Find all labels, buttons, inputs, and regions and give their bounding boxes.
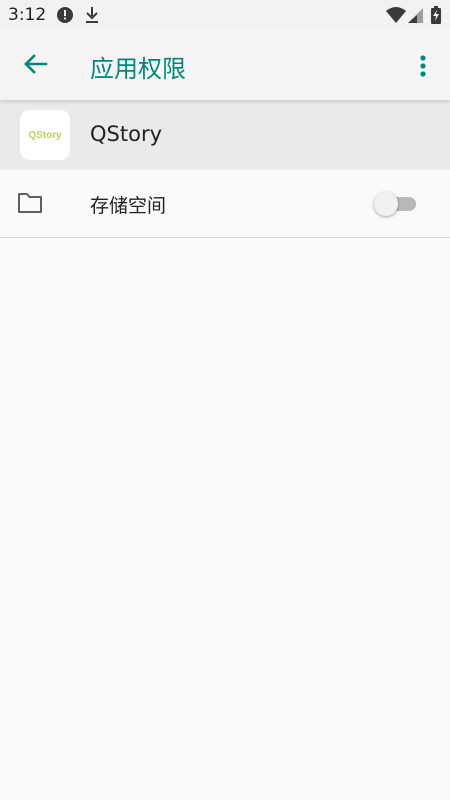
download-icon (86, 7, 98, 23)
permission-label: 存储空间 (90, 195, 167, 217)
battery-charging-icon (431, 6, 441, 24)
more-vert-icon (420, 55, 426, 77)
status-time: 3:12 (8, 5, 47, 25)
app-header: QStory QStory (0, 100, 450, 170)
app-bar: 应用权限 (0, 30, 450, 100)
back-button[interactable] (14, 42, 58, 86)
wifi-icon (386, 7, 406, 23)
permission-row-storage[interactable]: 存储空间 (0, 170, 450, 238)
status-bar: 3:12 (0, 0, 450, 30)
page-title: 应用权限 (90, 55, 186, 83)
folder-icon (18, 193, 42, 213)
app-icon-text: QStory (28, 129, 62, 141)
storage-permission-toggle[interactable] (374, 192, 418, 216)
app-icon: QStory (20, 110, 70, 160)
more-options-button[interactable] (408, 44, 438, 88)
app-name: QStory (90, 122, 163, 146)
toggle-thumb (374, 192, 398, 216)
alert-icon (57, 7, 73, 23)
cellular-signal-icon (408, 8, 423, 23)
arrow-back-icon (24, 54, 48, 74)
